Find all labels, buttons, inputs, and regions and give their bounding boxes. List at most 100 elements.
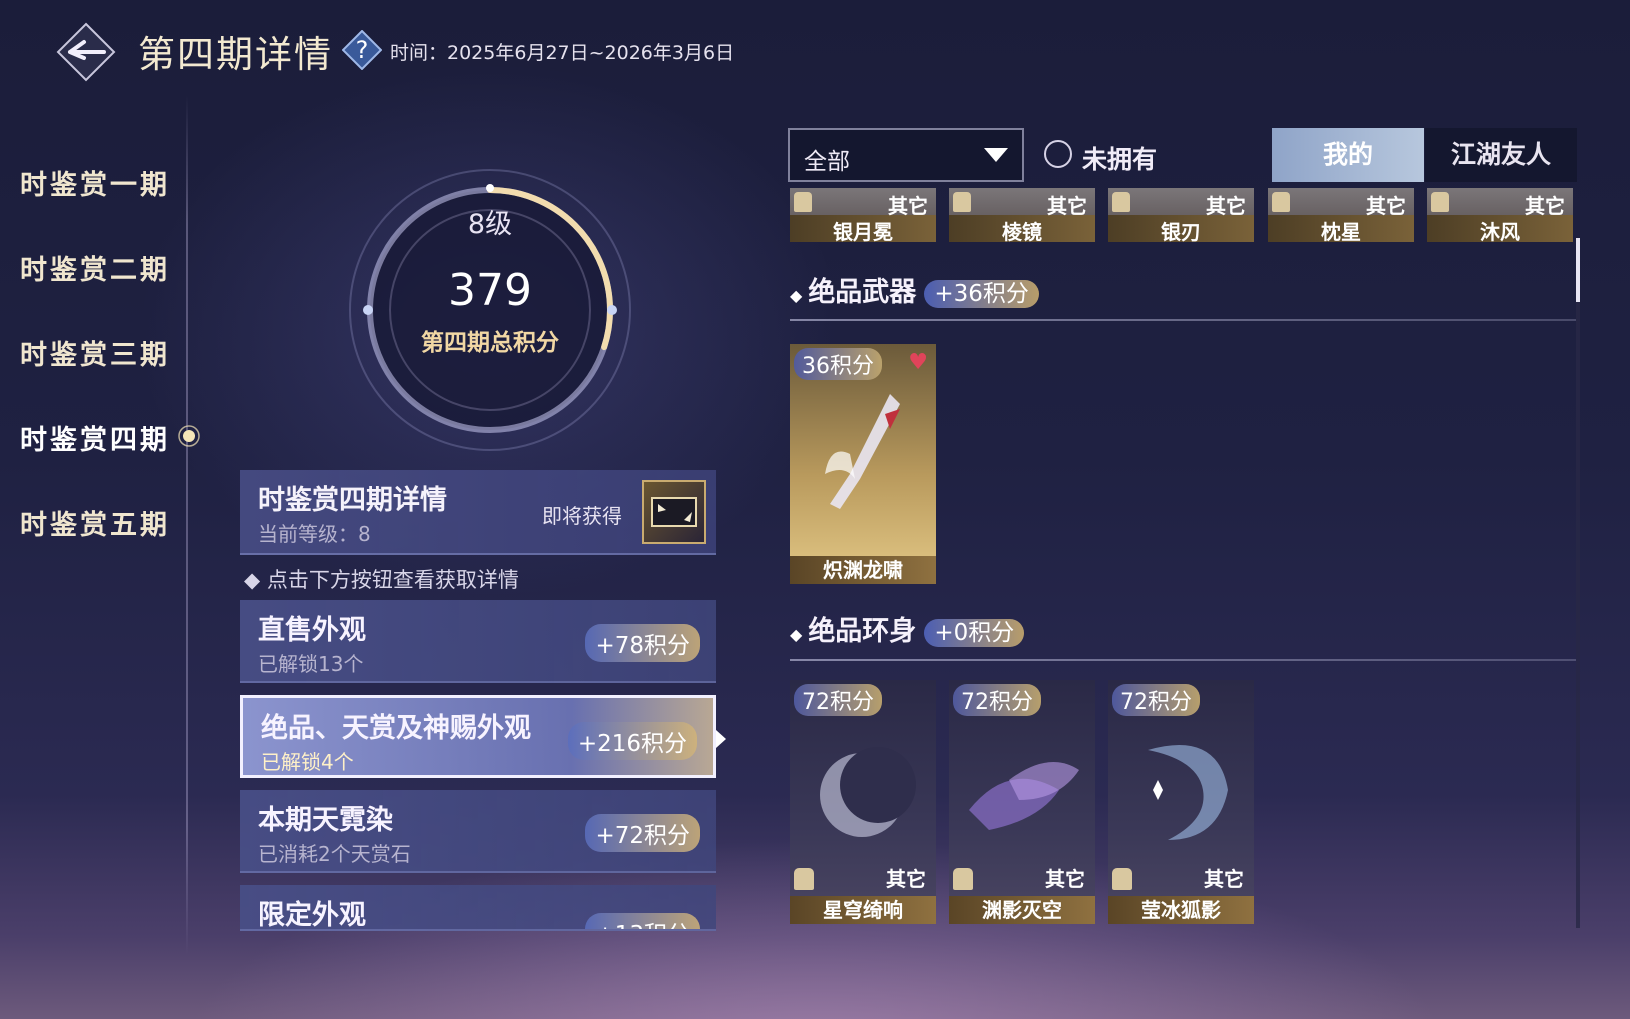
weapon-art-icon (825, 394, 900, 509)
filter-selected: 全部 (804, 149, 850, 175)
lock-icon (1112, 868, 1132, 890)
active-marker-icon (178, 425, 200, 447)
nav-item-period-3[interactable]: 时鉴赏三期 (20, 333, 170, 372)
category-subtitle: 已解锁13个 (258, 652, 364, 676)
unowned-radio[interactable] (1044, 140, 1072, 168)
item-card[interactable]: 其它 沐风 (1427, 188, 1573, 242)
aura-card[interactable]: 72积分 其它 星穹绮响 (790, 680, 936, 924)
card-name: 渊影灭空 (949, 896, 1095, 924)
hint-text: ◆ 点击下方按钮查看获取详情 (244, 568, 519, 592)
back-arrow-icon (56, 22, 116, 82)
category-points: +216积分 (567, 722, 697, 760)
lock-icon (953, 192, 971, 212)
tab-mine[interactable]: 我的 (1272, 128, 1424, 182)
lock-icon (1272, 192, 1290, 212)
section-divider (790, 659, 1576, 661)
help-button[interactable]: ? (341, 29, 383, 71)
card-points: 36积分 (794, 348, 882, 380)
section-weapon-header: ◆ 绝品武器 +36积分 (790, 270, 1039, 309)
item-name: 棱镜 (1002, 220, 1042, 242)
item-tag: 其它 (1047, 194, 1087, 218)
category-direct-sale[interactable]: 直售外观 已解锁13个 +78积分 (240, 600, 716, 683)
back-button[interactable] (56, 22, 116, 82)
ice-fox-art-icon (1148, 745, 1228, 840)
card-points: 72积分 (953, 684, 1041, 716)
heart-icon[interactable]: ♥ (908, 350, 928, 375)
next-reward-thumbnail[interactable] (642, 480, 706, 544)
nav-divider (186, 95, 188, 955)
card-name: 莹冰狐影 (1108, 896, 1254, 924)
diamond-bullet-icon: ◆ (790, 625, 803, 644)
score-ring: 8级 379 第四期总积分 (340, 160, 640, 460)
nav-item-period-5[interactable]: 时鉴赏五期 (20, 503, 170, 542)
nav-item-period-1[interactable]: 时鉴赏一期 (20, 163, 170, 202)
item-name: 银刃 (1161, 220, 1201, 242)
lock-icon (794, 868, 814, 890)
category-title: 直售外观 (258, 615, 366, 646)
item-name: 银月冕 (833, 220, 893, 242)
aura-card[interactable]: 72积分 其它 渊影灭空 (949, 680, 1095, 924)
nav-item-period-4[interactable]: 时鉴赏四期 (20, 418, 170, 457)
detail-title: 时鉴赏四期详情 (258, 485, 447, 516)
category-premium-appearance[interactable]: 绝品、天赏及神赐外观 已解锁4个 +216积分 (240, 695, 716, 778)
soon-label: 即将获得 (542, 504, 622, 528)
weapon-card[interactable]: 36积分 ♥ 炽渊龙啸 (790, 344, 936, 584)
tab-friends[interactable]: 江湖友人 (1425, 128, 1577, 182)
category-points: +13积分 (585, 913, 700, 929)
category-limited[interactable]: 限定外观 +13积分 (240, 885, 716, 931)
section-title: 绝品环身 (808, 616, 917, 647)
page-title: 第四期详情 (138, 33, 333, 76)
card-name: 星穹绮响 (790, 896, 936, 924)
aura-card[interactable]: 72积分 其它 莹冰狐影 (1108, 680, 1254, 924)
item-card[interactable]: 其它 银月冕 (790, 188, 936, 242)
category-title: 限定外观 (258, 900, 366, 931)
card-points: 72积分 (794, 684, 882, 716)
item-card[interactable]: 其它 枕星 (1268, 188, 1414, 242)
card-tag: 其它 (886, 867, 926, 891)
whale-art-icon (969, 762, 1079, 830)
selected-arrow-icon (716, 730, 726, 748)
category-points: +72积分 (585, 814, 700, 852)
lock-icon (794, 192, 812, 212)
item-card[interactable]: 其它 银刃 (1108, 188, 1254, 242)
total-score: 379 (448, 265, 532, 316)
card-tag: 其它 (1204, 867, 1244, 891)
hint-label: 点击下方按钮查看获取详情 (266, 568, 519, 592)
category-subtitle: 已解锁4个 (261, 750, 354, 774)
item-name: 沐风 (1480, 220, 1520, 242)
item-tag: 其它 (1366, 194, 1406, 218)
section-points: +36积分 (924, 280, 1039, 308)
diamond-bullet-icon: ◆ (790, 286, 803, 305)
category-dye[interactable]: 本期天霓染 已消耗2个天赏石 +72积分 (240, 790, 716, 873)
category-title: 本期天霓染 (258, 805, 393, 836)
filter-dropdown[interactable]: 全部 (788, 128, 1024, 182)
item-card[interactable]: 其它 棱镜 (949, 188, 1095, 242)
scrollbar-thumb[interactable] (1576, 238, 1580, 302)
total-score-label: 第四期总积分 (421, 329, 559, 356)
item-tag: 其它 (888, 194, 928, 218)
period-detail-card[interactable]: 时鉴赏四期详情 当前等级：8 即将获得 (240, 470, 716, 555)
category-points: +78积分 (585, 624, 700, 662)
card-points: 72积分 (1112, 684, 1200, 716)
lock-icon (1112, 192, 1130, 212)
lock-icon (953, 868, 973, 890)
lock-icon (1431, 192, 1449, 212)
item-name: 枕星 (1321, 220, 1361, 242)
card-name: 炽渊龙啸 (790, 556, 936, 584)
section-divider (790, 319, 1576, 321)
category-title: 绝品、天赏及神赐外观 (261, 713, 531, 744)
card-tag: 其它 (1045, 867, 1085, 891)
section-title: 绝品武器 (808, 277, 917, 308)
scrollbar[interactable] (1576, 238, 1580, 928)
chevron-down-icon (984, 148, 1008, 162)
unowned-label[interactable]: 未拥有 (1082, 140, 1157, 176)
question-icon: ? (341, 29, 383, 71)
nav-item-period-2[interactable]: 时鉴赏二期 (20, 248, 170, 287)
category-subtitle: 已消耗2个天赏石 (258, 842, 411, 866)
current-level: 当前等级：8 (258, 522, 371, 546)
time-range: 时间：2025年6月27日~2026年3月6日 (390, 42, 735, 64)
section-points: +0积分 (924, 619, 1025, 647)
item-tag: 其它 (1525, 194, 1565, 218)
level-label: 8级 (467, 209, 513, 240)
item-tag: 其它 (1206, 194, 1246, 218)
